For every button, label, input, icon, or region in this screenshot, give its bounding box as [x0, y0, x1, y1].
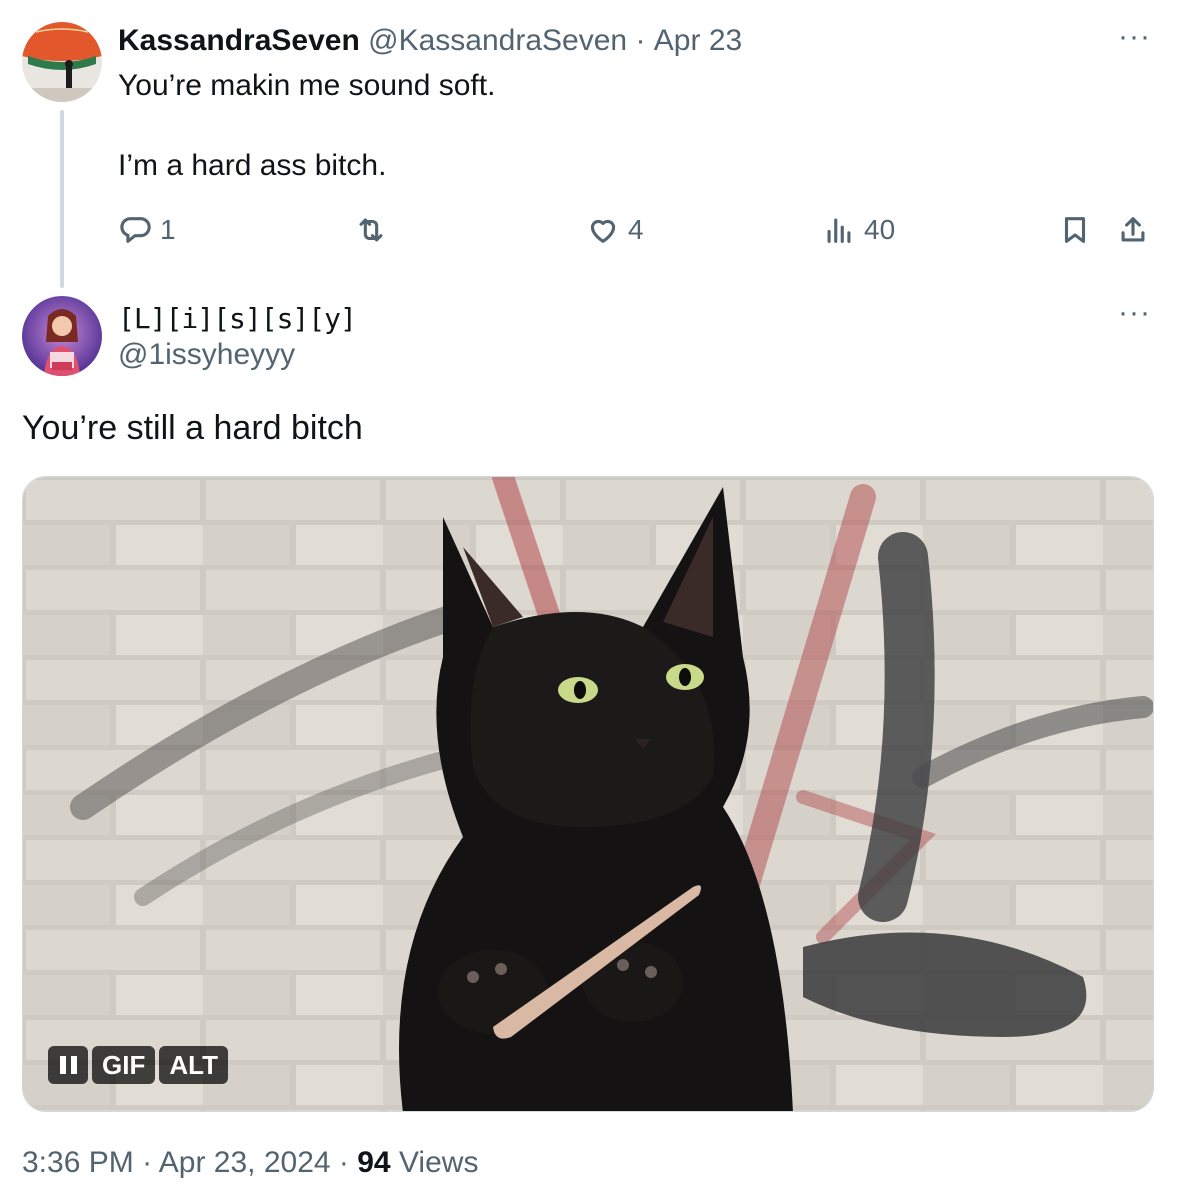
alt-text-button[interactable]: ALT: [159, 1046, 228, 1084]
views-icon: [827, 218, 851, 243]
share-button[interactable]: [1116, 213, 1150, 247]
share-icon: [1121, 217, 1145, 242]
avatar-1issyheyyy[interactable]: [22, 296, 102, 376]
tweet2-text: You’re still a hard bitch: [22, 409, 363, 447]
tweet1-display-name[interactable]: KassandraSeven: [118, 24, 360, 57]
tweet2-footer: 3:36 PM · Apr 23, 2024 · 94 Views: [22, 1146, 478, 1180]
tweet2-display-name[interactable]: [L][i][s][s][y]: [118, 302, 357, 335]
pause-icon: [59, 1056, 66, 1074]
avatar-kassandraseven[interactable]: [22, 22, 102, 102]
pause-button[interactable]: [48, 1046, 88, 1084]
like-button[interactable]: 4: [586, 213, 644, 247]
tweet2-more-button[interactable]: ···: [1118, 298, 1151, 328]
retweet-button[interactable]: [354, 213, 388, 247]
tweet1-handle[interactable]: @KassandraSeven: [368, 24, 627, 57]
bookmark-button[interactable]: [1058, 213, 1092, 247]
tweet1-separator: ·: [635, 24, 646, 57]
footer-separator-2: ·: [338, 1146, 349, 1179]
view-count: 40: [864, 214, 896, 245]
views-label: Views: [398, 1146, 479, 1179]
tweet1-text-line1: You’re makin me sound soft.: [118, 69, 496, 102]
reply-icon: [120, 217, 151, 243]
tweet1-more-button[interactable]: ···: [1118, 22, 1151, 52]
tweet1-header: KassandraSeven @KassandraSeven · Apr 23: [118, 24, 742, 58]
bookmark-icon: [1064, 217, 1086, 243]
tweet-date[interactable]: Apr 23, 2024: [159, 1146, 331, 1179]
views-count: 94: [357, 1146, 391, 1179]
thread-connector-line: [60, 110, 64, 288]
gif-badge: GIF: [92, 1046, 156, 1084]
reply-button[interactable]: 1: [118, 213, 176, 247]
footer-separator-1: ·: [142, 1146, 153, 1179]
media-badges: GIF ALT: [48, 1046, 228, 1084]
black-cat-with-nail-file-image: [23, 477, 1153, 1111]
tweet2-handle[interactable]: @1issyheyyy: [118, 338, 295, 372]
heart-icon: [590, 219, 616, 243]
tweet2-gif-media[interactable]: [22, 476, 1154, 1112]
reply-count: 1: [160, 214, 176, 245]
tweet-time[interactable]: 3:36 PM: [22, 1146, 134, 1179]
like-count: 4: [628, 214, 644, 245]
tweet1-text-line2: I’m a hard ass bitch.: [118, 149, 387, 182]
retweet-icon: [359, 218, 383, 242]
views-button[interactable]: 40: [822, 213, 895, 247]
tweet1-date[interactable]: Apr 23: [654, 24, 742, 57]
